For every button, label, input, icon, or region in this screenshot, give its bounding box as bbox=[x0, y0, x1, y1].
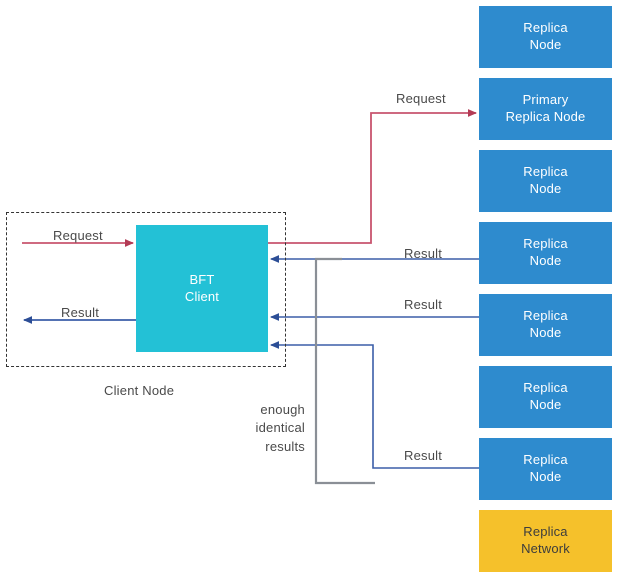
replica-network-line2: Network bbox=[521, 541, 570, 556]
replica-node-6: Replica Node bbox=[479, 438, 612, 500]
replica-node-3: Replica Node bbox=[479, 222, 612, 284]
bracket-label-line2: identical bbox=[255, 420, 305, 436]
label-request-into-client: Request bbox=[53, 228, 103, 243]
label-request-to-primary: Request bbox=[396, 91, 446, 106]
replica-node-1-line2: Node bbox=[529, 37, 562, 52]
client-node-caption: Client Node bbox=[104, 383, 175, 398]
replica-node-4-line2: Node bbox=[529, 325, 562, 340]
replica-node-2-line1: Replica bbox=[523, 164, 568, 180]
replica-node-5-line1: Replica bbox=[523, 380, 568, 396]
replica-node-2: Replica Node bbox=[479, 150, 612, 212]
label-result-out-of-client: Result bbox=[61, 305, 100, 320]
replica-node-5: Replica Node bbox=[479, 366, 612, 428]
replica-node-2-line2: Node bbox=[529, 181, 562, 196]
label-result-3: Result bbox=[404, 448, 443, 463]
replica-network-box: Replica Network bbox=[479, 510, 612, 572]
replica-network-line1: Replica bbox=[523, 524, 568, 540]
replica-node-1-line1: Replica bbox=[523, 20, 568, 36]
replica-node-4-line1: Replica bbox=[523, 308, 568, 324]
bft-client-box: BFT Client bbox=[136, 225, 268, 352]
primary-replica-node-line1: Primary bbox=[522, 92, 569, 108]
label-result-2: Result bbox=[404, 297, 443, 312]
replica-node-5-line2: Node bbox=[529, 397, 562, 412]
bracket-label-line1: enough bbox=[260, 402, 305, 417]
arrow-request-to-primary bbox=[268, 109, 477, 244]
label-result-1: Result bbox=[404, 246, 443, 261]
bft-flow-diagram: BFT Client Client Node enough identical … bbox=[0, 0, 632, 580]
primary-replica-node: Primary Replica Node bbox=[479, 78, 612, 140]
enough-identical-results-label: enough identical results bbox=[205, 401, 305, 456]
bft-client-label-line2: Client bbox=[184, 288, 220, 304]
replica-node-4: Replica Node bbox=[479, 294, 612, 356]
bft-client-label-line1: BFT bbox=[189, 271, 215, 287]
replica-node-6-line2: Node bbox=[529, 469, 562, 484]
replica-node-6-line1: Replica bbox=[523, 452, 568, 468]
primary-replica-node-line2: Replica Node bbox=[505, 109, 586, 124]
bracket-label-line3: results bbox=[265, 438, 305, 454]
replica-node-3-line1: Replica bbox=[523, 236, 568, 252]
replica-node-1: Replica Node bbox=[479, 6, 612, 68]
enough-identical-results-bracket bbox=[314, 257, 375, 485]
replica-node-3-line2: Node bbox=[529, 253, 562, 268]
